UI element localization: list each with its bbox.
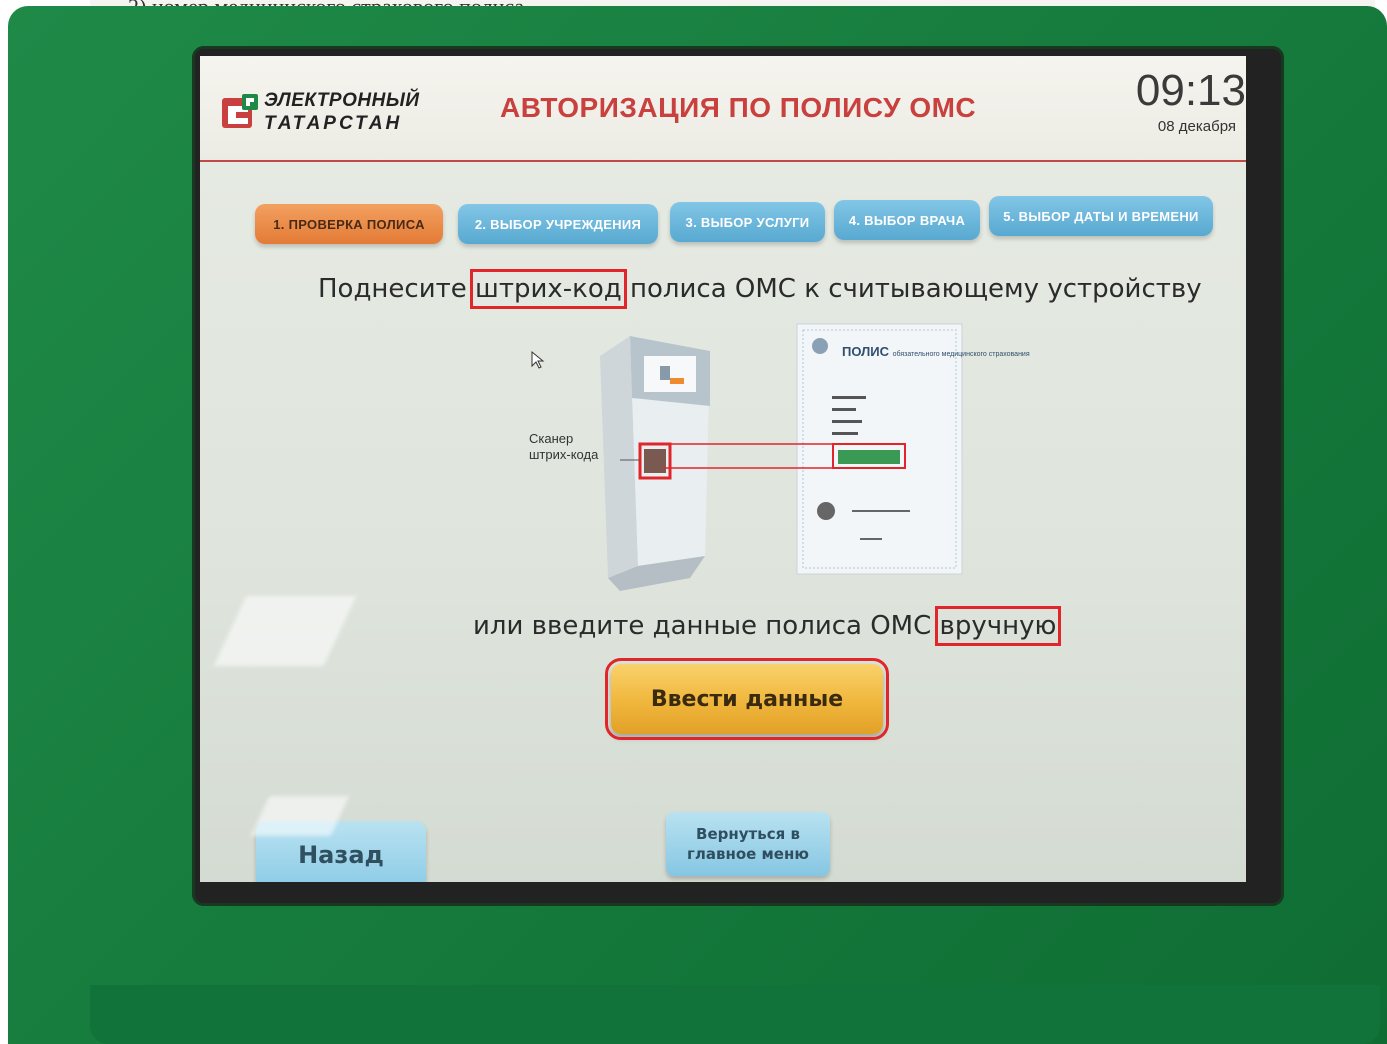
tab-step-5[interactable]: 5. ВЫБОР ДАТЫ И ВРЕМЕНИ <box>989 196 1213 236</box>
enter-data-button[interactable]: Ввести данные <box>605 658 889 740</box>
logo-icon <box>222 94 258 128</box>
policy-card-title: ПОЛИС обязательного медицинского страхов… <box>842 344 1030 359</box>
scan-instruction-part2: полиса ОМС к считывающему устройству <box>621 274 1202 304</box>
manual-highlight: вручную <box>934 606 1062 646</box>
scanner-label: Сканер штрих-кода <box>529 431 598 463</box>
header: ЭЛЕКТРОННЫЙ ТАТАРСТАН АВТОРИЗАЦИЯ ПО ПОЛ… <box>200 56 1246 162</box>
manual-instruction-text: или введите данные полиса ОМС <box>473 611 940 641</box>
scanner-illustration <box>531 323 963 591</box>
logo-text-line1: ЭЛЕКТРОННЫЙ <box>264 90 420 111</box>
barcode-highlight: штрих-код <box>470 269 627 309</box>
scanner-label-line2: штрих-кода <box>529 447 599 462</box>
clock-date: 08 декабря <box>1157 118 1236 135</box>
step-tabs: 1. ПРОВЕРКА ПОЛИСА 2. ВЫБОР УЧРЕЖДЕНИЯ 3… <box>200 196 1246 252</box>
policy-title: ПОЛИС <box>842 344 889 359</box>
clock-time: 09:13 <box>1135 66 1246 115</box>
manual-entry-instruction: или введите данные полиса ОМС вручную <box>473 606 1062 646</box>
glare-reflection <box>213 596 357 666</box>
policy-subtitle: обязательного медицинского страхования <box>892 351 1030 358</box>
scanner-label-line1: Сканер <box>529 431 574 446</box>
tab-step-2[interactable]: 2. ВЫБОР УЧРЕЖДЕНИЯ <box>458 204 658 244</box>
scan-instruction-part1: Поднесите <box>318 274 476 304</box>
page-title: АВТОРИЗАЦИЯ ПО ПОЛИСУ ОМС <box>500 92 977 123</box>
scan-instruction: Поднесите штрих-код полиса ОМС к считыва… <box>318 269 1202 309</box>
tab-step-1[interactable]: 1. ПРОВЕРКА ПОЛИСА <box>255 204 443 244</box>
tab-step-3[interactable]: 3. ВЫБОР УСЛУГИ <box>670 202 825 242</box>
tab-step-4[interactable]: 4. ВЫБОР ВРАЧА <box>834 200 980 240</box>
kiosk-base <box>90 985 1380 1044</box>
kiosk-screen: ЭЛЕКТРОННЫЙ ТАТАРСТАН АВТОРИЗАЦИЯ ПО ПОЛ… <box>200 56 1246 882</box>
main-menu-button[interactable]: Вернуться в главное меню <box>666 812 830 876</box>
logo-text-line2: ТАТАРСТАН <box>264 113 403 134</box>
